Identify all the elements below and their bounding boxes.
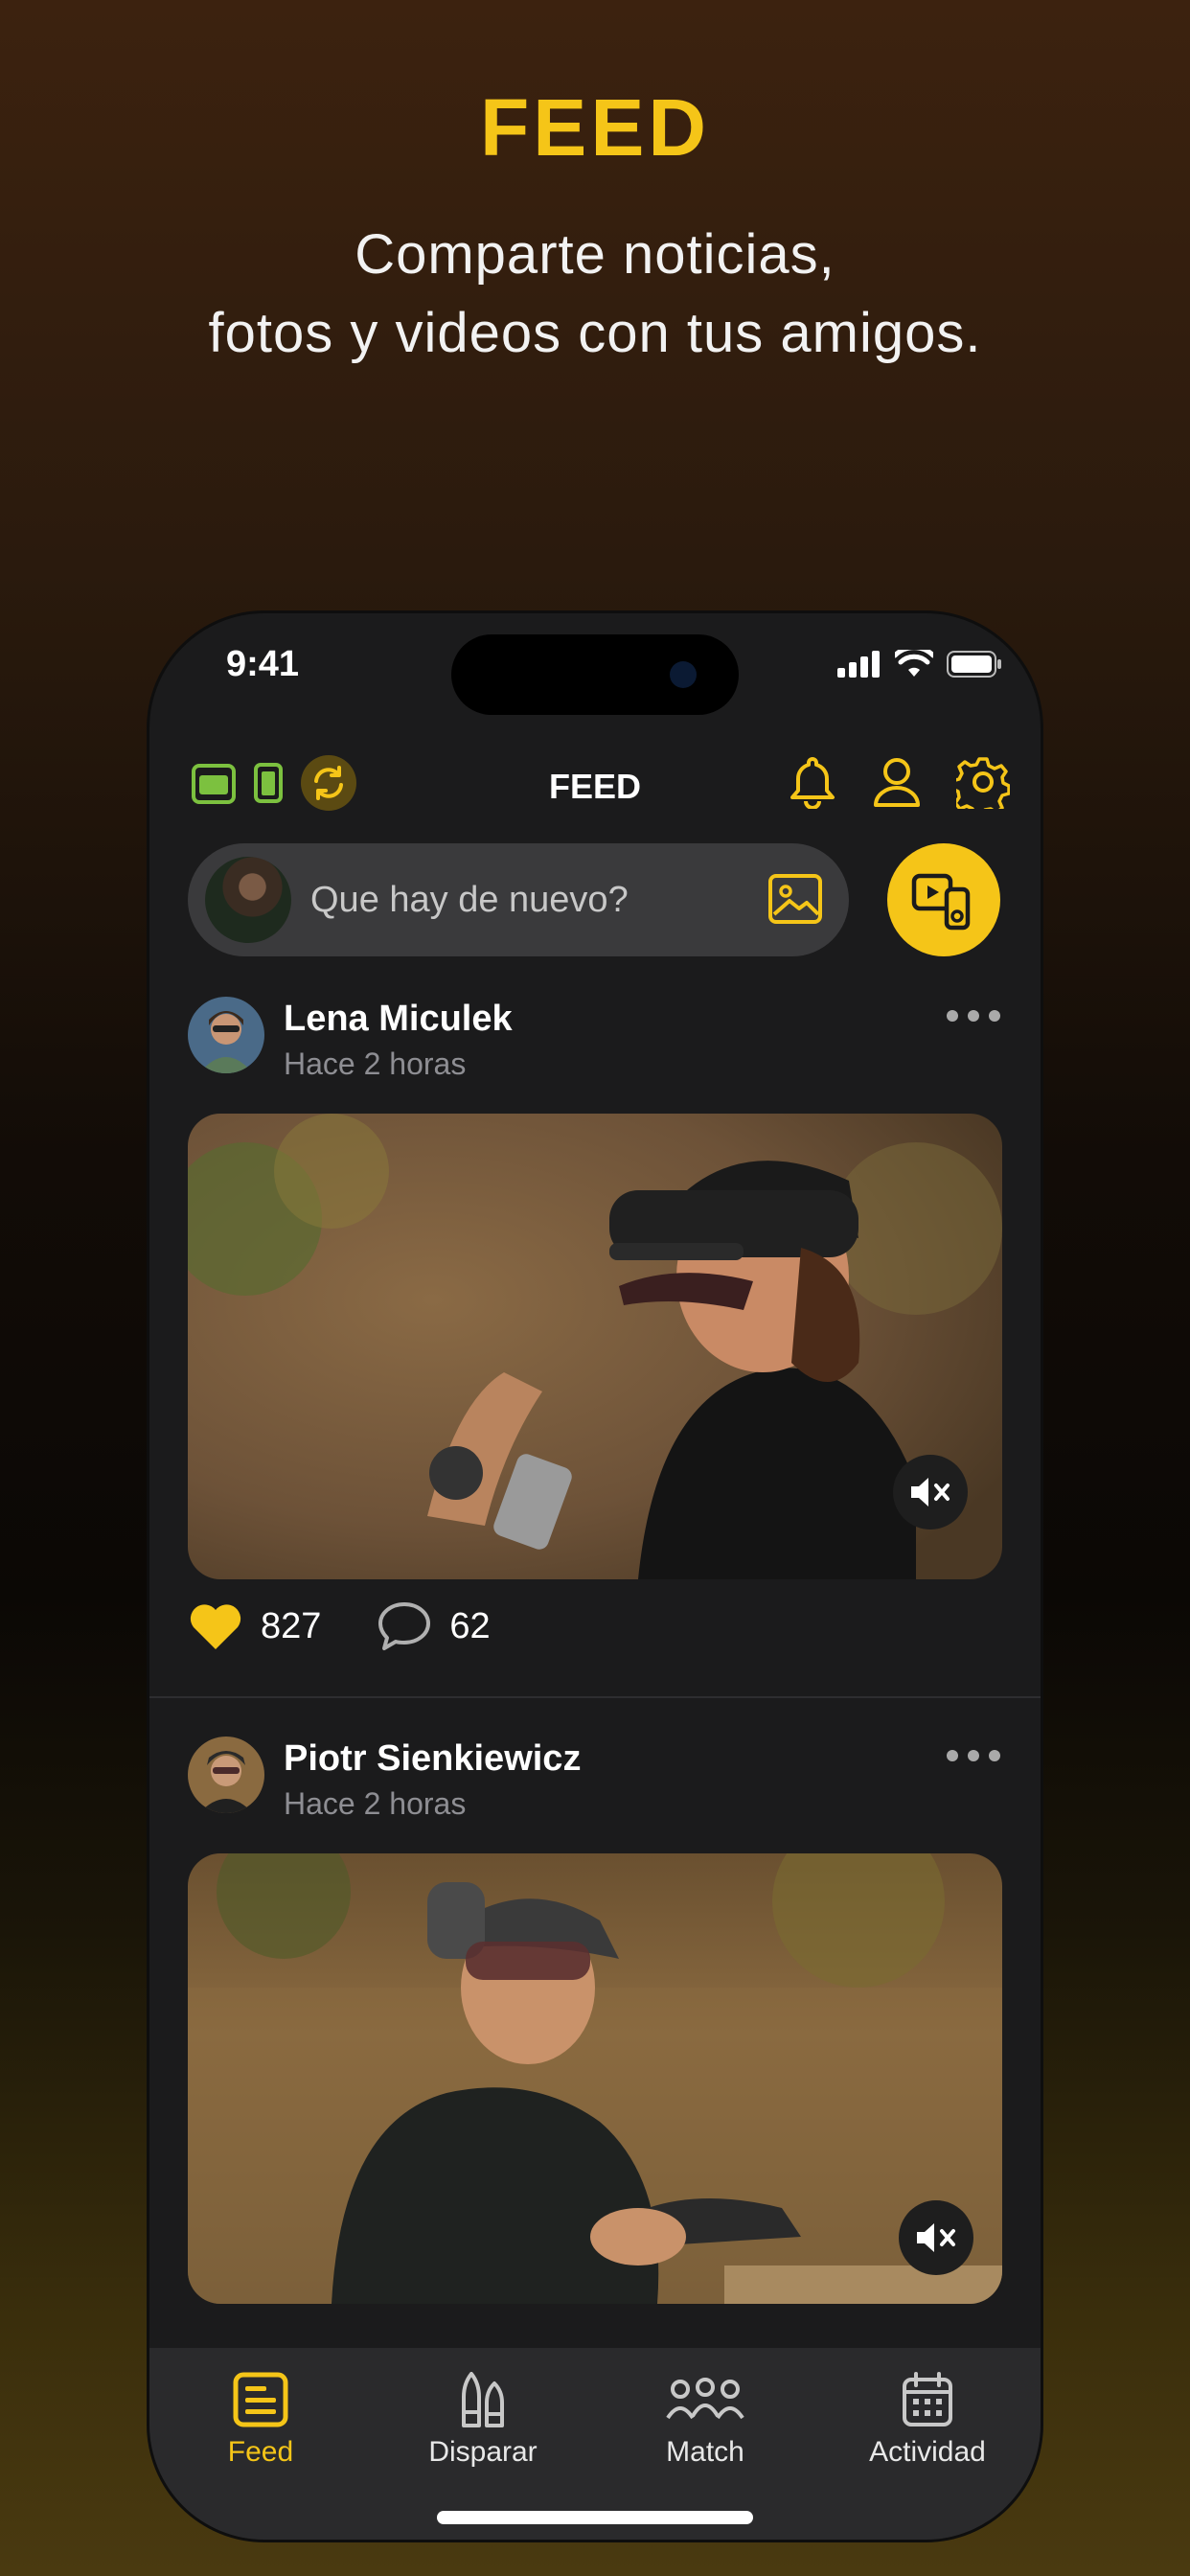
dynamic-island [451, 634, 739, 715]
post-author[interactable]: Lena Miculek [284, 999, 513, 1040]
post-time: Hace 2 horas [284, 1786, 467, 1821]
mute-button[interactable] [893, 1455, 968, 1530]
tab-feed-label: Feed [227, 2436, 294, 2468]
tab-bar: Feed Disparar Match Actividad [149, 2348, 1041, 2540]
likes-count: 827 [261, 1605, 322, 1646]
comments-count: 62 [449, 1605, 491, 1646]
post-video[interactable] [188, 1114, 1002, 1579]
status-time: 9:41 [226, 644, 300, 684]
comment-icon[interactable] [377, 1600, 432, 1652]
tab-match-label: Match [666, 2436, 744, 2468]
avatar [205, 857, 291, 943]
home-indicator [437, 2511, 753, 2524]
calendar-icon [903, 2372, 952, 2426]
tab-actividad[interactable]: Actividad [816, 2369, 1039, 2469]
hero-subtitle-line2: fotos y videos con tus amigos. [208, 302, 982, 364]
heart-icon[interactable] [188, 1601, 243, 1651]
bell-icon[interactable] [788, 755, 837, 809]
camera-icon [670, 661, 697, 688]
post-author[interactable]: Piotr Sienkiewicz [284, 1738, 581, 1780]
tab-disparar[interactable]: Disparar [372, 2369, 594, 2469]
tab-actividad-label: Actividad [869, 2436, 986, 2468]
speaker-mute-icon [911, 1478, 950, 1506]
tab-feed[interactable]: Feed [149, 2369, 372, 2469]
composer-placeholder: Que hay de nuevo? [310, 880, 629, 920]
post-stats: 827 62 [188, 1600, 491, 1652]
profile-icon[interactable] [872, 755, 922, 809]
status-icons [837, 650, 1002, 678]
avatar[interactable] [188, 997, 264, 1073]
hero-subtitle-line1: Comparte noticias, [355, 223, 835, 286]
video-post-button[interactable] [887, 843, 1000, 956]
top-bar-right [788, 755, 1010, 809]
tab-disparar-label: Disparar [428, 2436, 538, 2468]
phone-frame: 9:41 FEED Que hay de nuevo? Lena Miculek… [149, 613, 1041, 2540]
hero-subtitle: Comparte noticias, fotos y videos con tu… [0, 216, 1190, 373]
image-icon[interactable] [767, 870, 824, 928]
post-time: Hace 2 horas [284, 1046, 467, 1081]
divider [149, 1696, 1041, 1698]
avatar[interactable] [188, 1736, 264, 1813]
mute-button[interactable] [899, 2200, 973, 2275]
feed-icon [233, 2372, 288, 2427]
speaker-mute-icon [917, 2223, 955, 2252]
more-options-icon[interactable] [945, 1738, 1002, 1771]
post-video[interactable] [188, 1853, 1002, 2304]
top-bar: FEED [149, 728, 1041, 843]
wifi-icon [895, 650, 933, 677]
hero-title: FEED [479, 82, 711, 172]
battery-icon [947, 651, 1001, 678]
settings-icon[interactable] [956, 755, 1010, 809]
group-icon [666, 2378, 744, 2420]
more-options-icon[interactable] [945, 999, 1002, 1031]
video-device-icon [911, 873, 971, 931]
signal-icon [837, 651, 880, 678]
tab-match[interactable]: Match [594, 2369, 816, 2469]
composer-input[interactable]: Que hay de nuevo? [188, 843, 849, 956]
bullets-icon [462, 2372, 504, 2427]
